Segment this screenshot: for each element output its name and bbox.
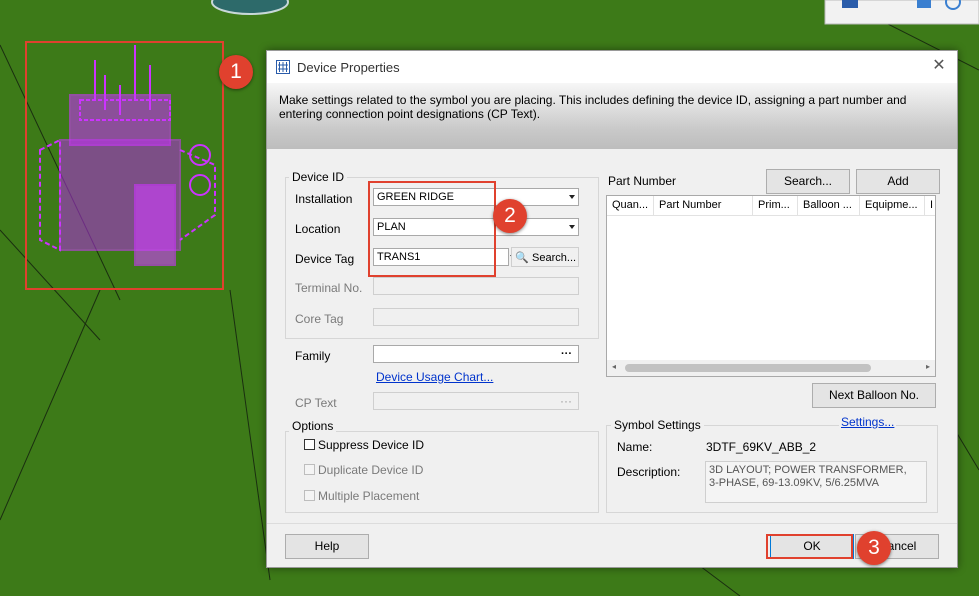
device-usage-chart-link[interactable]: Device Usage Chart... [376,370,493,384]
terminal-no-label: Terminal No. [295,281,363,295]
column-header[interactable]: Quan... [607,196,654,216]
core-tag-field [373,308,579,326]
description-text: Make settings related to the symbol you … [279,93,907,121]
symbol-description-value: 3D LAYOUT; POWER TRANSFORMER, 3-PHASE, 6… [709,464,907,489]
close-icon[interactable]: ✕ [929,56,949,76]
step-marker-1: 1 [219,55,253,89]
core-tag-label: Core Tag [295,312,344,326]
part-number-grid[interactable]: Quan... Part Number Prim... Balloon ... … [606,195,936,377]
family-ellipsis-button[interactable]: ··· [561,346,572,362]
duplicate-device-id-checkbox [304,464,315,475]
suppress-device-id-label: Suppress Device ID [318,438,425,452]
help-button[interactable]: Help [285,534,369,559]
step-marker-2: 2 [493,199,527,233]
part-add-button[interactable]: Add [856,169,940,194]
step-marker-3: 3 [857,531,891,565]
column-header[interactable]: I [925,196,935,216]
title-bar: Device Properties ✕ [267,51,957,83]
description-banner: Make settings related to the symbol you … [267,83,957,149]
column-header[interactable]: Equipme... [860,196,925,216]
column-header[interactable]: Balloon ... [798,196,860,216]
symbol-name-label: Name: [617,440,653,454]
symbol-name-value: 3DTF_69KV_ABB_2 [706,440,817,454]
symbol-description-label: Description: [617,465,681,479]
part-search-button[interactable]: Search... [766,169,850,194]
app-icon [276,60,290,74]
symbol-settings-group-label: Symbol Settings [611,418,704,432]
family-label: Family [295,349,331,363]
device-id-group-label: Device ID [289,170,348,184]
terminal-no-field [373,277,579,295]
dialog-title: Device Properties [297,60,400,75]
symbol-highlight-box [25,41,224,290]
cp-text-label: CP Text [295,396,337,410]
suppress-device-id-checkbox[interactable] [304,439,315,450]
chevron-left-icon[interactable]: ◂ [612,362,616,371]
options-group-label: Options [289,419,337,433]
device-properties-dialog: Device Properties ✕ Make settings relate… [266,50,958,568]
footer-divider [267,523,957,524]
settings-link[interactable]: Settings... [839,415,897,429]
column-header[interactable]: Part Number [654,196,753,216]
chevron-right-icon[interactable]: ▸ [926,362,930,371]
installation-label: Installation [295,192,353,206]
chevron-down-icon[interactable] [569,195,575,199]
search-icon: 🔍 [515,252,529,264]
cp-text-field: ··· [373,392,579,410]
part-number-label: Part Number [608,174,677,188]
device-tag-label: Device Tag [295,252,355,266]
location-label: Location [295,222,341,236]
multiple-placement-checkbox [304,490,315,501]
scrollbar-thumb[interactable] [625,364,871,372]
column-header[interactable]: Prim... [753,196,798,216]
device-tag-search-label: Search... [532,252,577,264]
cancel-button-label: ancel [887,539,917,553]
next-balloon-button[interactable]: Next Balloon No. [812,383,936,408]
cp-text-ellipsis-button: ··· [560,394,572,408]
ok-highlight-box [766,534,853,559]
family-field[interactable]: ··· [373,345,579,363]
chevron-down-icon[interactable] [569,225,575,229]
multiple-placement-label: Multiple Placement [318,489,420,503]
duplicate-device-id-label: Duplicate Device ID [318,463,424,477]
id-fields-highlight-box [368,181,496,277]
symbol-description-box: 3D LAYOUT; POWER TRANSFORMER, 3-PHASE, 6… [705,461,927,503]
horizontal-scrollbar[interactable]: ◂ ▸ [607,360,935,376]
device-tag-search-button[interactable]: 🔍 Search... [511,247,579,267]
